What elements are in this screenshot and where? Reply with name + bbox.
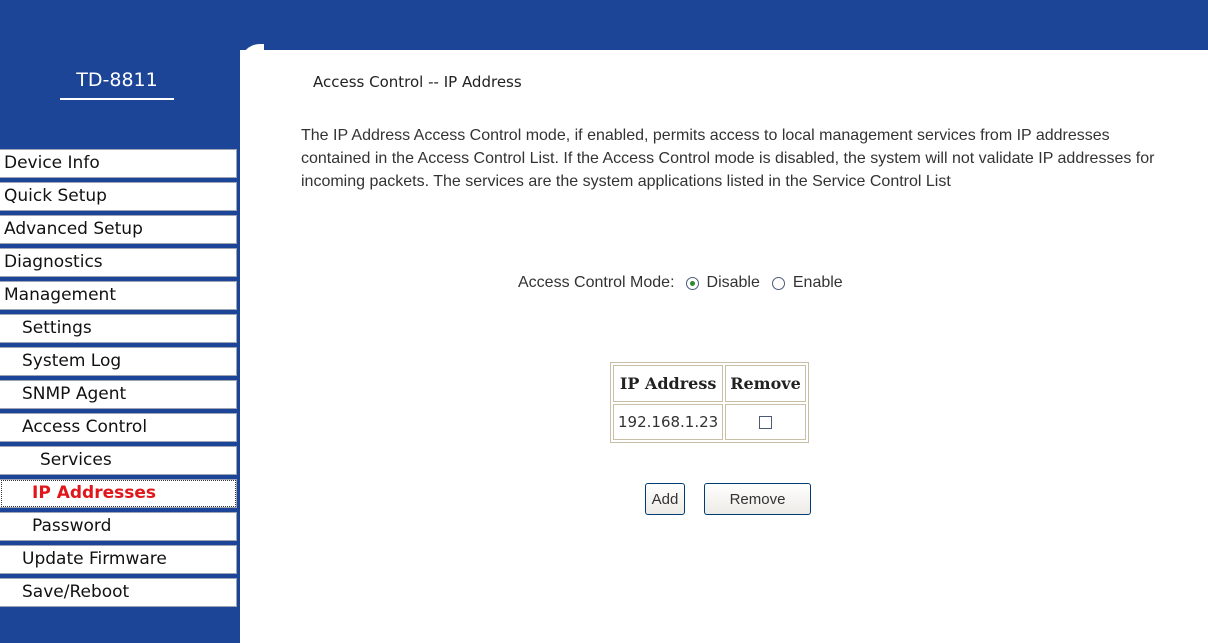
access-control-mode: Access Control Mode: Disable Enable	[518, 274, 843, 292]
brand-underline	[60, 98, 174, 100]
sidebar-item-quick-setup[interactable]: Quick Setup	[0, 182, 237, 211]
table-row: 192.168.1.23	[613, 404, 806, 440]
sidebar-item-diagnostics[interactable]: Diagnostics	[0, 248, 237, 277]
sidebar-item-services[interactable]: Services	[0, 446, 237, 475]
table-header-row: IP Address Remove	[613, 365, 806, 402]
brand-model: TD-8811	[76, 69, 158, 91]
sidebar-item-password[interactable]: Password	[0, 512, 237, 541]
enable-radio[interactable]	[771, 276, 785, 290]
column-header-ip-address: IP Address	[613, 365, 724, 402]
remove-cell	[725, 404, 806, 440]
column-header-remove: Remove	[725, 365, 806, 402]
sidebar-item-advanced-setup[interactable]: Advanced Setup	[0, 215, 237, 244]
disable-radio-label: Disable	[706, 274, 760, 291]
sidebar-nav: Device Info Quick Setup Advanced Setup D…	[0, 149, 237, 611]
sidebar-item-snmp-agent[interactable]: SNMP Agent	[0, 380, 237, 409]
sidebar-item-ip-addresses[interactable]: IP Addresses	[0, 479, 237, 508]
remove-checkbox[interactable]	[758, 416, 772, 429]
enable-radio-label: Enable	[792, 274, 843, 291]
sidebar-item-system-log[interactable]: System Log	[0, 347, 237, 376]
add-button[interactable]: Add	[645, 483, 685, 515]
sidebar-item-device-info[interactable]: Device Info	[0, 149, 237, 178]
disable-radio[interactable]	[685, 276, 699, 290]
page-description: The IP Address Access Control mode, if e…	[301, 127, 1155, 190]
sidebar-item-save-reboot[interactable]: Save/Reboot	[0, 578, 237, 607]
sidebar-item-management[interactable]: Management	[0, 281, 237, 310]
ip-address-cell: 192.168.1.23	[613, 404, 724, 440]
page-title: Access Control -- IP Address	[313, 73, 522, 91]
access-control-mode-label: Access Control Mode:	[518, 274, 675, 291]
sidebar-item-access-control[interactable]: Access Control	[0, 413, 237, 442]
access-control-list-table: IP Address Remove 192.168.1.23	[610, 362, 809, 443]
remove-button[interactable]: Remove	[704, 483, 811, 515]
sidebar-item-settings[interactable]: Settings	[0, 314, 237, 343]
sidebar-item-update-firmware[interactable]: Update Firmware	[0, 545, 237, 574]
